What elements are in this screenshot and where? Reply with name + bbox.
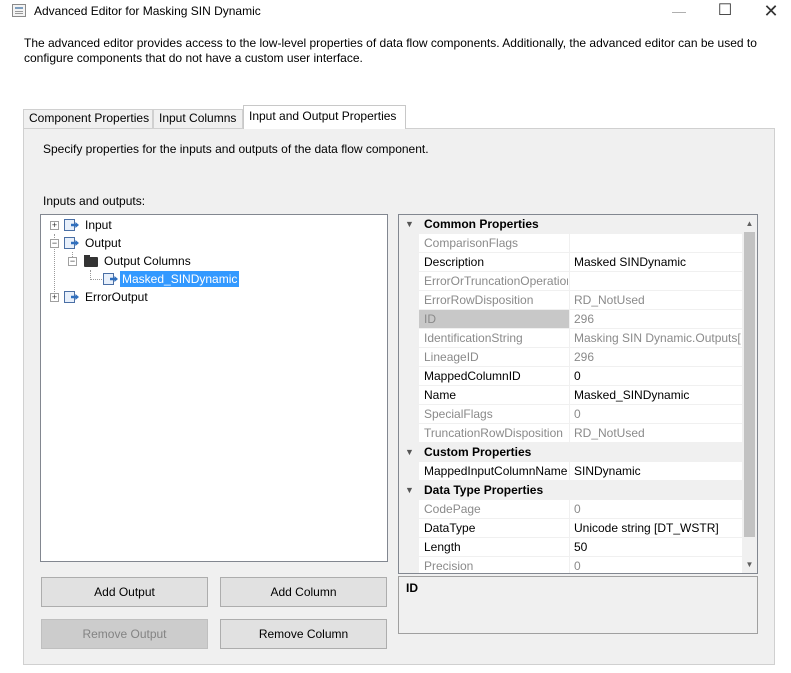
remove-output-button[interactable]: Remove Output xyxy=(41,619,208,649)
property-grid[interactable]: ▼ Common Properties ComparisonFlags Desc… xyxy=(398,214,758,574)
tree-node-output[interactable]: Output xyxy=(83,235,123,251)
property-value[interactable] xyxy=(569,234,742,252)
category-common-properties[interactable]: ▼ Common Properties xyxy=(399,215,742,234)
property-name: SpecialFlags xyxy=(424,407,493,421)
property-name: CodePage xyxy=(424,502,481,516)
property-value[interactable]: 0 xyxy=(569,500,742,518)
category-data-type-properties[interactable]: ▼ Data Type Properties xyxy=(399,481,742,500)
editor-app-icon xyxy=(12,4,26,17)
property-value[interactable]: RD_NotUsed xyxy=(569,291,742,309)
property-name: TruncationRowDisposition xyxy=(424,426,563,440)
property-row-codepage[interactable]: CodePage 0 xyxy=(399,500,742,519)
column-node-icon xyxy=(102,273,118,285)
property-name: IdentificationString xyxy=(424,331,523,345)
property-row-precision[interactable]: Precision 0 xyxy=(399,557,742,573)
property-description-title: ID xyxy=(406,581,418,595)
property-name: ErrorOrTruncationOperation xyxy=(424,274,568,288)
error-output-node-icon xyxy=(63,291,79,303)
property-name: ErrorRowDisposition xyxy=(424,293,534,307)
category-title: Custom Properties xyxy=(424,445,532,459)
property-value[interactable]: 296 xyxy=(569,310,742,328)
property-value[interactable]: SINDynamic xyxy=(569,462,742,480)
property-row-truncationrowdisposition[interactable]: TruncationRowDisposition RD_NotUsed xyxy=(399,424,742,443)
property-row-specialflags[interactable]: SpecialFlags 0 xyxy=(399,405,742,424)
inputs-outputs-label: Inputs and outputs: xyxy=(43,194,146,208)
tree-node-input[interactable]: Input xyxy=(83,217,114,233)
property-value[interactable]: 0 xyxy=(569,405,742,423)
remove-column-button[interactable]: Remove Column xyxy=(220,619,387,649)
property-name: Name xyxy=(424,388,457,402)
property-value[interactable]: 0 xyxy=(569,367,742,385)
add-column-button[interactable]: Add Column xyxy=(220,577,387,607)
category-title: Data Type Properties xyxy=(424,483,544,497)
property-name: DataType xyxy=(424,521,476,535)
property-row-errorortruncationoperation[interactable]: ErrorOrTruncationOperation xyxy=(399,272,742,291)
scroll-down-arrow-icon[interactable]: ▼ xyxy=(742,556,757,573)
expand-error-output-toggle[interactable]: + xyxy=(50,293,59,302)
tree-node-error-output[interactable]: ErrorOutput xyxy=(83,289,150,305)
category-custom-properties[interactable]: ▼ Custom Properties xyxy=(399,443,742,462)
input-node-icon xyxy=(63,219,79,231)
property-row-length[interactable]: Length 50 xyxy=(399,538,742,557)
collapse-output-toggle[interactable]: − xyxy=(50,239,59,248)
property-row-lineageid[interactable]: LineageID 296 xyxy=(399,348,742,367)
property-value[interactable]: Masking SIN Dynamic.Outputs[ xyxy=(569,329,742,347)
property-description-box: ID xyxy=(398,576,758,634)
property-name: Length xyxy=(424,540,461,554)
property-grid-scrollbar[interactable]: ▲ ▼ xyxy=(742,215,757,573)
minimize-button[interactable]: — xyxy=(656,0,702,24)
property-value[interactable]: Masked SINDynamic xyxy=(569,253,742,271)
property-name: MappedInputColumnName xyxy=(424,464,568,478)
property-row-mappedcolumnid[interactable]: MappedColumnID 0 xyxy=(399,367,742,386)
inputs-outputs-tree[interactable]: + Input − Output − Output Columns Masked… xyxy=(40,214,388,562)
tree-connector xyxy=(90,279,102,280)
collapse-chevron-icon[interactable]: ▼ xyxy=(405,447,414,457)
close-button[interactable]: ✕ xyxy=(748,0,791,24)
scrollbar-thumb[interactable] xyxy=(744,232,755,537)
property-value[interactable]: 0 xyxy=(569,557,742,573)
property-value[interactable]: Unicode string [DT_WSTR] xyxy=(569,519,742,537)
property-row-identificationstring[interactable]: IdentificationString Masking SIN Dynamic… xyxy=(399,329,742,348)
property-name: ComparisonFlags xyxy=(424,236,519,250)
scroll-up-arrow-icon[interactable]: ▲ xyxy=(742,215,757,232)
panel-description: Specify properties for the inputs and ou… xyxy=(43,142,429,156)
property-value[interactable]: 50 xyxy=(569,538,742,556)
window-title: Advanced Editor for Masking SIN Dynamic xyxy=(34,4,261,18)
tree-node-masked-column[interactable]: Masked_SINDynamic xyxy=(120,271,240,287)
tab-input-columns[interactable]: Input Columns xyxy=(153,109,243,128)
property-value[interactable]: RD_NotUsed xyxy=(569,424,742,442)
property-name: Precision xyxy=(424,559,474,573)
tree-node-output-columns[interactable]: Output Columns xyxy=(102,253,193,269)
tab-input-output-properties[interactable]: Input and Output Properties xyxy=(243,105,406,129)
property-name: LineageID xyxy=(424,350,479,364)
property-value[interactable]: Masked_SINDynamic xyxy=(569,386,742,404)
property-name: Description xyxy=(424,255,485,269)
collapse-chevron-icon[interactable]: ▼ xyxy=(405,219,414,229)
title-bar: Advanced Editor for Masking SIN Dynamic … xyxy=(0,0,791,24)
tab-component-properties[interactable]: Component Properties xyxy=(23,109,153,128)
maximize-button[interactable]: ☐ xyxy=(702,0,748,24)
property-row-id[interactable]: ID 296 xyxy=(399,310,742,329)
add-output-button[interactable]: Add Output xyxy=(41,577,208,607)
property-value[interactable] xyxy=(569,272,742,290)
collapse-chevron-icon[interactable]: ▼ xyxy=(405,485,414,495)
expand-input-toggle[interactable]: + xyxy=(50,221,59,230)
category-title: Common Properties xyxy=(424,217,539,231)
property-row-name[interactable]: Name Masked_SINDynamic xyxy=(399,386,742,405)
output-node-icon xyxy=(63,237,79,249)
property-name: MappedColumnID xyxy=(424,369,521,383)
property-name: ID xyxy=(424,312,436,326)
property-row-datatype[interactable]: DataType Unicode string [DT_WSTR] xyxy=(399,519,742,538)
property-value[interactable]: 296 xyxy=(569,348,742,366)
property-row-errorrowdisposition[interactable]: ErrorRowDisposition RD_NotUsed xyxy=(399,291,742,310)
editor-description: The advanced editor provides access to t… xyxy=(24,36,757,65)
property-row-description[interactable]: Description Masked SINDynamic xyxy=(399,253,742,272)
property-row-comparisonflags[interactable]: ComparisonFlags xyxy=(399,234,742,253)
property-row-mappedinputcolumnname[interactable]: MappedInputColumnName SINDynamic xyxy=(399,462,742,481)
collapse-output-columns-toggle[interactable]: − xyxy=(68,257,77,266)
folder-icon xyxy=(83,255,99,267)
